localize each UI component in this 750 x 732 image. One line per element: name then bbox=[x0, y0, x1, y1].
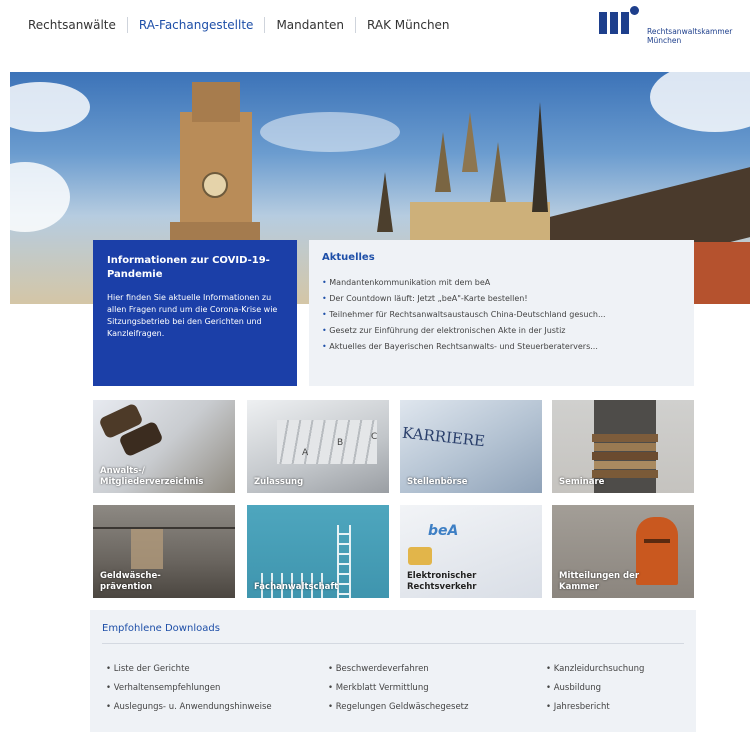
main-nav: Rechtsanwälte RA-Fachangestellte Mandant… bbox=[14, 17, 461, 33]
download-link[interactable]: Beschwerdeverfahren bbox=[328, 660, 468, 679]
download-link[interactable]: Merkblatt Vermittlung bbox=[328, 679, 468, 698]
download-link[interactable]: Ausbildung bbox=[546, 679, 644, 698]
news-item[interactable]: Gesetz zur Einführung der elektronischen… bbox=[322, 323, 681, 339]
logo-text: Rechtsanwaltskammer München bbox=[647, 27, 732, 45]
downloads-column-1: Liste der Gerichte Verhaltensempfehlunge… bbox=[106, 660, 272, 717]
tile-label: Zulassung bbox=[254, 477, 304, 487]
top-navigation: Rechtsanwälte RA-Fachangestellte Mandant… bbox=[0, 0, 750, 56]
tile-mitteilungen[interactable]: Mitteilungen der Kammer bbox=[552, 505, 694, 598]
tile-mitgliederverzeichnis[interactable]: Anwalts-/ Mitgliederverzeichnis bbox=[93, 400, 235, 493]
covid-title[interactable]: Informationen zur COVID-19-Pandemie bbox=[107, 254, 283, 282]
download-link[interactable]: Kanzleidurchsuchung bbox=[546, 660, 645, 679]
logo-mark-icon bbox=[599, 6, 645, 38]
news-item[interactable]: Der Countdown läuft: Jetzt „beA"-Karte b… bbox=[322, 291, 681, 307]
tile-fachanwaltschaft[interactable]: Fachanwaltschaft bbox=[247, 505, 389, 598]
covid-info-box[interactable]: Informationen zur COVID-19-Pandemie Hier… bbox=[93, 240, 297, 386]
news-item[interactable]: Mandantenkommunikation mit dem beA bbox=[322, 275, 681, 291]
tile-zulassung[interactable]: A B C Zulassung bbox=[247, 400, 389, 493]
nav-item-mandanten[interactable]: Mandanten bbox=[264, 17, 355, 33]
tile-elektronischer-rechtsverkehr[interactable]: beA Elektronischer Rechtsverkehr bbox=[400, 505, 542, 598]
news-item[interactable]: Teilnehmer für Rechtsanwaltsaustausch Ch… bbox=[322, 307, 681, 323]
tile-label: Elektronischer Rechtsverkehr bbox=[407, 571, 477, 592]
tile-art-letter: B bbox=[337, 438, 344, 448]
tile-label: Fachanwaltschaft bbox=[254, 582, 339, 592]
banknote-image bbox=[131, 529, 163, 569]
downloads-box: Empfohlene Downloads Liste der Gerichte … bbox=[90, 610, 696, 732]
download-link[interactable]: Verhaltensempfehlungen bbox=[106, 679, 272, 698]
logo-line-2: München bbox=[647, 36, 682, 45]
news-list: Mandantenkommunikation mit dem beA Der C… bbox=[322, 275, 681, 355]
tile-label: Seminare bbox=[559, 477, 605, 487]
tile-seminare[interactable]: Seminare bbox=[552, 400, 694, 493]
news-item[interactable]: Aktuelles der Bayerischen Rechtsanwalts-… bbox=[322, 339, 681, 355]
news-title: Aktuelles bbox=[322, 252, 375, 263]
covid-text: Hier finden Sie aktuelle Informationen z… bbox=[107, 293, 278, 338]
download-link[interactable]: Liste der Gerichte bbox=[106, 660, 272, 679]
tile-art-word: beA bbox=[428, 523, 459, 539]
nav-item-rechtsanwaelte[interactable]: Rechtsanwälte bbox=[14, 17, 127, 33]
rak-logo[interactable]: Rechtsanwaltskammer München bbox=[599, 6, 750, 46]
downloads-column-2: Beschwerdeverfahren Merkblatt Vermittlun… bbox=[328, 660, 469, 717]
nav-item-rak-muenchen[interactable]: RAK München bbox=[355, 17, 461, 33]
tile-art-letter: A bbox=[302, 448, 309, 458]
tile-geldwaescheprävention[interactable]: Geldwäsche-prävention bbox=[93, 505, 235, 598]
tile-label: Geldwäsche-prävention bbox=[100, 571, 161, 592]
downloads-title: Empfohlene Downloads bbox=[102, 623, 684, 644]
tile-stellenboerse[interactable]: KARRIERE Stellenbörse bbox=[400, 400, 542, 493]
logo-line-1: Rechtsanwaltskammer bbox=[647, 27, 733, 36]
tile-label: Stellenbörse bbox=[407, 477, 468, 487]
chip-icon bbox=[408, 547, 432, 565]
tile-label: Mitteilungen der Kammer bbox=[559, 571, 640, 592]
downloads-column-3: Kanzleidurchsuchung Ausbildung Jahresber… bbox=[546, 660, 645, 717]
tile-art-word: KARRIERE bbox=[401, 423, 486, 451]
tile-label: Anwalts-/ Mitgliederverzeichnis bbox=[100, 466, 204, 487]
download-link[interactable]: Auslegungs- u. Anwendungshinweise bbox=[106, 698, 272, 717]
tile-art-letter: C bbox=[371, 432, 378, 442]
download-link[interactable]: Regelungen Geldwäschegesetz bbox=[328, 698, 469, 717]
nav-item-ra-fachangestellte[interactable]: RA-Fachangestellte bbox=[126, 17, 265, 33]
books-icon bbox=[592, 434, 658, 442]
download-link[interactable]: Jahresbericht bbox=[546, 698, 644, 717]
news-box: Aktuelles Mandantenkommunikation mit dem… bbox=[309, 240, 694, 386]
ladder-icon bbox=[337, 525, 351, 598]
file-tabs-image bbox=[277, 420, 377, 464]
